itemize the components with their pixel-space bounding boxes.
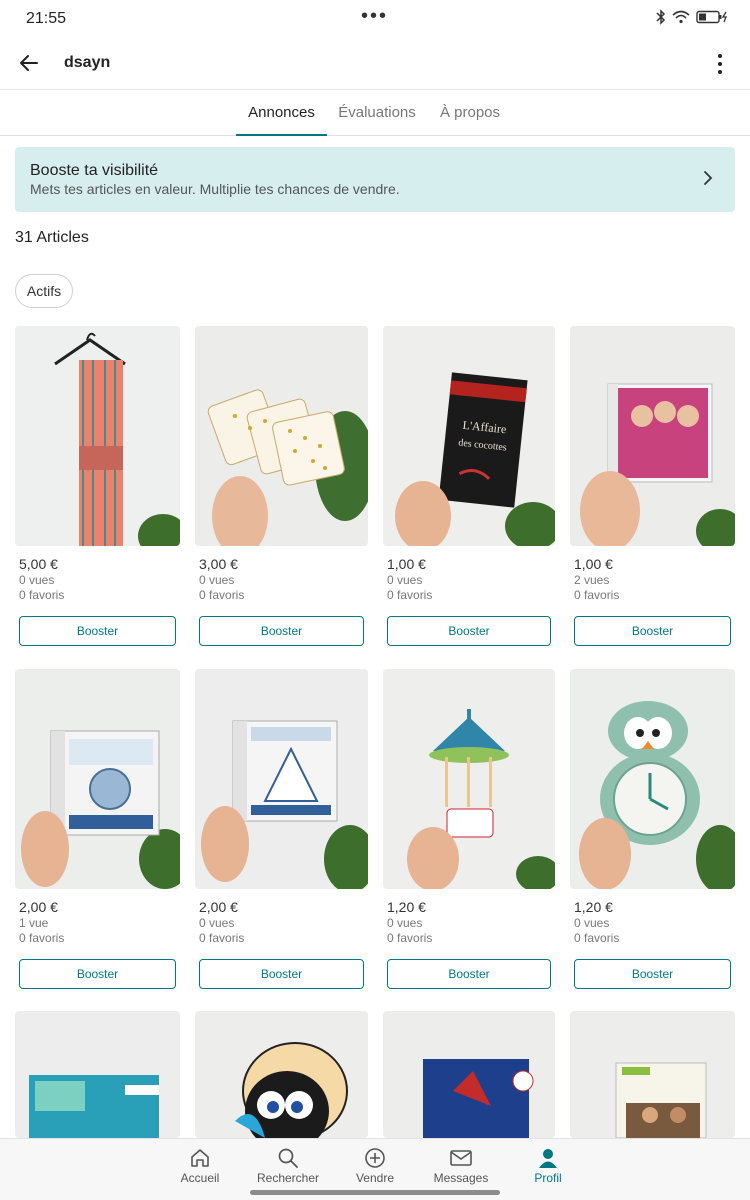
- page-title: dsayn: [64, 54, 111, 71]
- item-card[interactable]: 5,00 € 0 vues 0 favoris Booster: [15, 326, 180, 646]
- item-card[interactable]: [570, 1011, 735, 1138]
- item-views: 1 vue: [19, 916, 49, 930]
- wifi-icon: [672, 10, 690, 24]
- back-button[interactable]: [14, 48, 44, 78]
- item-card[interactable]: 1,20 € 0 vues 0 favoris Booster: [383, 669, 555, 989]
- boost-banner[interactable]: Booste ta visibilité Mets tes articles e…: [15, 147, 735, 212]
- plus-circle-icon: [365, 1148, 385, 1168]
- nav-messages[interactable]: Messages: [416, 1145, 506, 1185]
- item-photo-calimero[interactable]: [195, 1011, 368, 1138]
- nav-profil[interactable]: Profil: [503, 1145, 593, 1185]
- booster-button[interactable]: Booster: [387, 959, 551, 989]
- status-bar: 21:55 •••: [0, 0, 750, 36]
- booster-button[interactable]: Booster: [574, 616, 731, 646]
- tab-bar: Annonces Évaluations À propos: [0, 90, 750, 136]
- item-photo-scarf[interactable]: [15, 326, 180, 546]
- nav-rechercher-label: Rechercher: [256, 1171, 320, 1185]
- item-photo-book-jo[interactable]: [570, 1011, 735, 1138]
- item-price: 2,00 €: [19, 899, 58, 915]
- articles-count: 31 Articles: [15, 229, 89, 246]
- booster-button[interactable]: Booster: [199, 959, 364, 989]
- tab-annonces[interactable]: Annonces: [236, 90, 327, 136]
- item-card[interactable]: 1,00 € 2 vues 0 favoris Booster: [570, 326, 735, 646]
- nav-rechercher[interactable]: Rechercher: [243, 1145, 333, 1185]
- item-favorites: 0 favoris: [19, 931, 65, 945]
- home-icon: [191, 1149, 209, 1167]
- search-icon: [278, 1148, 298, 1168]
- chevron-right-icon: [704, 171, 713, 185]
- status-icons: [656, 9, 730, 25]
- item-views: 0 vues: [19, 573, 55, 587]
- more-vertical-icon: [718, 54, 722, 74]
- item-price: 3,00 €: [199, 556, 238, 572]
- nav-accueil[interactable]: Accueil: [155, 1145, 245, 1185]
- profile-header: dsayn: [0, 36, 750, 90]
- item-views: 2 vues: [574, 573, 610, 587]
- tab-a-propos[interactable]: À propos: [434, 90, 506, 136]
- item-favorites: 0 favoris: [19, 588, 65, 602]
- item-photo-book-noel[interactable]: [383, 1011, 555, 1138]
- nav-accueil-label: Accueil: [180, 1171, 220, 1185]
- booster-button[interactable]: Booster: [19, 616, 176, 646]
- battery-icon: [696, 10, 727, 24]
- nav-vendre-label: Vendre: [355, 1171, 395, 1185]
- nav-messages-label: Messages: [433, 1171, 489, 1185]
- mail-icon: [450, 1150, 472, 1166]
- status-dots: •••: [361, 5, 389, 27]
- item-favorites: 0 favoris: [574, 588, 620, 602]
- status-time: 21:55: [26, 10, 67, 27]
- item-card[interactable]: 1,20 € 0 vues 0 favoris Booster: [570, 669, 735, 989]
- item-card[interactable]: [15, 1011, 180, 1138]
- profile-icon: [539, 1149, 557, 1168]
- nav-vendre[interactable]: Vendre: [330, 1145, 420, 1185]
- item-photo-ds-game-english[interactable]: [195, 669, 368, 889]
- item-photo-carousel[interactable]: [383, 669, 555, 889]
- home-indicator: [250, 1190, 500, 1195]
- item-card[interactable]: [383, 1011, 555, 1138]
- arrow-left-icon: [20, 55, 38, 71]
- item-price: 1,00 €: [387, 556, 426, 572]
- item-card[interactable]: 3,00 € 0 vues 0 favoris Booster: [195, 326, 368, 646]
- item-views: 0 vues: [387, 916, 423, 930]
- item-favorites: 0 favoris: [387, 588, 433, 602]
- item-price: 2,00 €: [199, 899, 238, 915]
- item-favorites: 0 favoris: [387, 931, 433, 945]
- booster-button[interactable]: Booster: [387, 616, 551, 646]
- boost-title: Booste ta visibilité: [30, 162, 159, 179]
- item-photo-penguin-clock[interactable]: [570, 669, 735, 889]
- item-price: 1,20 €: [387, 899, 426, 915]
- booster-button[interactable]: Booster: [574, 959, 731, 989]
- item-photo-book-black[interactable]: L'Affaire des cocottes: [383, 326, 555, 546]
- item-card[interactable]: [195, 1011, 368, 1138]
- item-photo-coasters[interactable]: [195, 326, 368, 546]
- item-photo-ds-game-pink[interactable]: [570, 326, 735, 546]
- filter-chip-actifs[interactable]: Actifs: [15, 274, 73, 308]
- bluetooth-icon: [656, 9, 666, 25]
- item-card[interactable]: L'Affaire des cocottes 1,00 € 0 vues 0 f…: [383, 326, 555, 646]
- item-views: 0 vues: [199, 916, 235, 930]
- item-photo-puzzle[interactable]: [15, 1011, 180, 1138]
- item-views: 0 vues: [199, 573, 235, 587]
- item-card[interactable]: 2,00 € 0 vues 0 favoris Booster: [195, 669, 368, 989]
- item-price: 1,20 €: [574, 899, 613, 915]
- item-favorites: 0 favoris: [199, 588, 245, 602]
- item-card[interactable]: 2,00 € 1 vue 0 favoris Booster: [15, 669, 180, 989]
- tab-evaluations[interactable]: Évaluations: [334, 90, 420, 136]
- item-views: 0 vues: [387, 573, 423, 587]
- item-price: 1,00 €: [574, 556, 613, 572]
- item-photo-ds-game-brain[interactable]: [15, 669, 180, 889]
- boost-subtitle: Mets tes articles en valeur. Multiplie t…: [30, 181, 400, 197]
- more-options-button[interactable]: [708, 50, 732, 78]
- item-favorites: 0 favoris: [574, 931, 620, 945]
- item-favorites: 0 favoris: [199, 931, 245, 945]
- nav-profil-label: Profil: [534, 1171, 562, 1185]
- booster-button[interactable]: Booster: [19, 959, 176, 989]
- item-price: 5,00 €: [19, 556, 58, 572]
- booster-button[interactable]: Booster: [199, 616, 364, 646]
- item-views: 0 vues: [574, 916, 610, 930]
